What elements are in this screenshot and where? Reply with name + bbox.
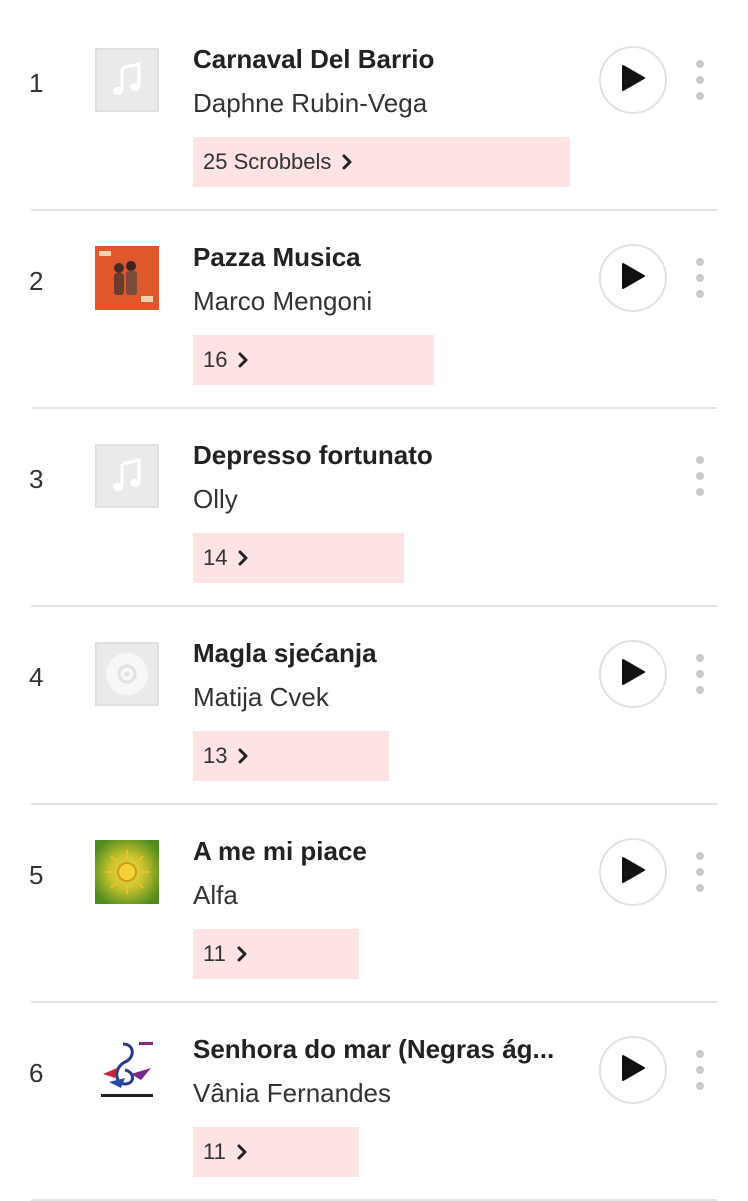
track-rank: 5	[29, 860, 44, 890]
chevron-right-icon	[237, 748, 249, 764]
more-dot	[696, 852, 704, 860]
track-artist[interactable]: Matija Cvek	[193, 682, 329, 713]
album-art-placeholder[interactable]	[95, 48, 159, 112]
scrobble-count-bar[interactable]: 16	[193, 335, 434, 385]
track-title[interactable]: A me mi piace	[193, 836, 367, 867]
album-art-placeholder[interactable]	[95, 642, 159, 706]
more-dot	[696, 1066, 704, 1074]
play-icon	[620, 658, 646, 691]
track-title[interactable]: Carnaval Del Barrio	[193, 44, 434, 75]
track-artist[interactable]: Vânia Fernandes	[193, 1078, 391, 1109]
scrobble-count-bar[interactable]: 11	[193, 929, 359, 979]
chevron-right-icon	[341, 154, 353, 170]
scrobble-count: 25 Scrobbels	[203, 149, 332, 174]
scrobble-count: 11	[203, 941, 226, 966]
track-title[interactable]: Magla sjećanja	[193, 638, 377, 669]
track-rank: 1	[29, 68, 44, 98]
scrobble-count-bar[interactable]: 13	[193, 731, 389, 781]
play-button[interactable]	[599, 1036, 667, 1104]
more-options-button[interactable]	[688, 1050, 712, 1090]
more-dot	[696, 60, 704, 68]
more-dot	[696, 884, 704, 892]
play-button[interactable]	[599, 838, 667, 906]
more-options-button[interactable]	[688, 654, 712, 694]
more-options-button[interactable]	[688, 60, 712, 100]
scrobble-count-bar[interactable]: 14	[193, 533, 404, 583]
more-options-button[interactable]	[688, 258, 712, 298]
track-rank: 4	[29, 662, 44, 692]
track-row-1: 1 Carnaval Del Barrio Daphne Rubin-Vega …	[0, 0, 748, 211]
chevron-right-icon	[237, 352, 249, 368]
more-options-button[interactable]	[688, 456, 712, 496]
more-dot	[696, 92, 704, 100]
play-button[interactable]	[599, 244, 667, 312]
track-rank: 2	[29, 266, 44, 296]
track-title[interactable]: Pazza Musica	[193, 242, 361, 273]
play-icon	[620, 1054, 646, 1087]
track-row-5: 5 A me mi piace Alfa 11	[0, 792, 748, 1003]
track-artist[interactable]: Olly	[193, 484, 238, 515]
more-dot	[696, 670, 704, 678]
scrobble-count-bar[interactable]: 11	[193, 1127, 359, 1177]
play-button[interactable]	[599, 46, 667, 114]
track-title[interactable]: Depresso fortunato	[193, 440, 433, 471]
track-row-4: 4 Magla sjećanja Matija Cvek 13	[0, 594, 748, 805]
more-dot	[696, 686, 704, 694]
play-icon	[620, 262, 646, 295]
more-dot	[696, 654, 704, 662]
track-artist[interactable]: Daphne Rubin-Vega	[193, 88, 427, 119]
track-list: 1 Carnaval Del Barrio Daphne Rubin-Vega …	[0, 0, 748, 1201]
more-dot	[696, 1082, 704, 1090]
track-title[interactable]: Senhora do mar (Negras ág...	[193, 1034, 554, 1065]
chevron-right-icon	[236, 946, 248, 962]
album-art[interactable]	[95, 1038, 159, 1102]
chevron-right-icon	[236, 1144, 248, 1160]
play-button[interactable]	[599, 640, 667, 708]
track-artist[interactable]: Marco Mengoni	[193, 286, 372, 317]
play-icon	[620, 856, 646, 889]
more-dot	[696, 274, 704, 282]
album-cover-image	[95, 246, 159, 310]
track-row-2: 2 Pazza Musica Marco Mengoni 16	[0, 198, 748, 409]
album-art[interactable]	[95, 246, 159, 310]
more-dot	[696, 258, 704, 266]
track-row-6: 6 Senhora do mar (Negras ág... Vânia Fer…	[0, 990, 748, 1201]
scrobble-count: 16	[203, 347, 228, 372]
more-dot	[696, 868, 704, 876]
album-cover-image	[95, 840, 159, 904]
music-note-icon	[113, 62, 141, 95]
more-dot	[696, 488, 704, 496]
music-note-icon	[113, 458, 141, 491]
play-icon	[620, 64, 646, 97]
more-dot	[696, 472, 704, 480]
track-rank: 6	[29, 1058, 44, 1088]
more-options-button[interactable]	[688, 852, 712, 892]
scrobble-count: 13	[203, 743, 228, 768]
scrobble-count: 14	[203, 545, 228, 570]
track-row-3: 3 Depresso fortunato Olly 14	[0, 396, 748, 607]
scrobble-count-bar[interactable]: 25 Scrobbels	[193, 137, 570, 187]
album-cover-image	[95, 1038, 159, 1102]
more-dot	[696, 76, 704, 84]
more-dot	[696, 456, 704, 464]
album-art[interactable]	[95, 840, 159, 904]
chevron-right-icon	[237, 550, 249, 566]
disc-icon	[106, 653, 148, 695]
scrobble-count: 11	[203, 1139, 226, 1164]
track-rank: 3	[29, 464, 44, 494]
more-dot	[696, 290, 704, 298]
more-dot	[696, 1050, 704, 1058]
track-artist[interactable]: Alfa	[193, 880, 238, 911]
album-art-placeholder[interactable]	[95, 444, 159, 508]
